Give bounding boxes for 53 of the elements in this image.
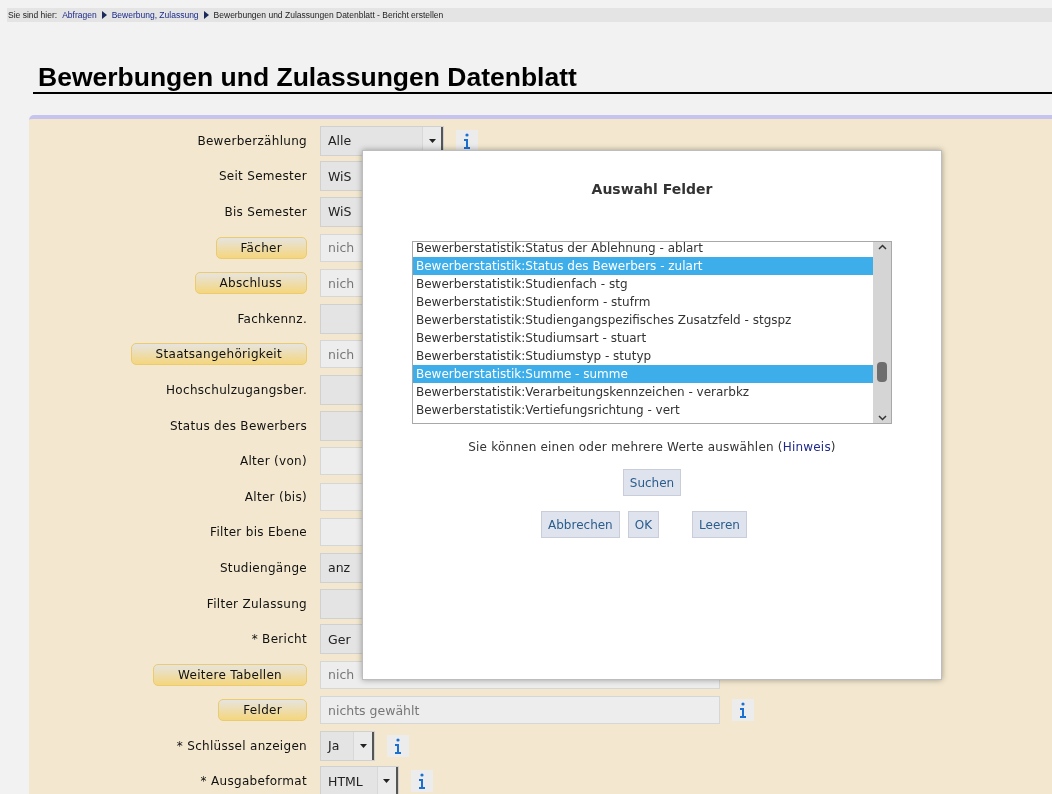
breadcrumb-link[interactable]: Abfragen: [62, 10, 97, 20]
info-button[interactable]: [387, 734, 410, 757]
caret-icon: [383, 779, 391, 784]
info-button[interactable]: [410, 770, 433, 793]
field-label: * Ausgabeformat: [200, 774, 307, 789]
field-label: Bis Semester: [224, 205, 307, 219]
field-list[interactable]: [412, 241, 892, 424]
dialog-button[interactable]: Leeren: [692, 511, 747, 538]
hint-text: Sie können einen oder mehrere Werte auswählen (Hinweis): [468, 440, 836, 454]
field-label: Filter bis Ebene: [210, 525, 307, 540]
info-icon: [417, 773, 426, 790]
field-label: Fachkennz.: [237, 311, 307, 326]
triangle-icon: [203, 11, 209, 19]
field-button[interactable]: Fächer: [215, 236, 307, 259]
field-label: Alter (bis): [244, 489, 307, 504]
scroll-thumb[interactable]: [877, 362, 887, 382]
caret-icon: [428, 138, 436, 143]
breadcrumb-label: Sie sind hier:: [8, 10, 58, 20]
chevron-up-icon: [877, 244, 887, 250]
field-button[interactable]: Staatsangehörigkeit: [130, 343, 307, 366]
triangle-icon: [101, 11, 107, 19]
caret-icon: [359, 743, 367, 748]
search-button[interactable]: Suchen: [622, 469, 682, 496]
select-field[interactable]: Ja: [320, 730, 376, 761]
field-label: Studiengänge: [219, 560, 307, 575]
info-button[interactable]: [732, 699, 754, 722]
field-label: * Schlüssel anzeigen: [176, 738, 307, 753]
select-field[interactable]: Alle: [320, 125, 444, 156]
dialog-title: Auswahl Felder: [591, 181, 713, 197]
breadcrumb-current: Bewerbungen und Zulassungen Datenblatt - Bericht erstellen: [213, 10, 444, 20]
scrollbar[interactable]: [873, 242, 891, 423]
field-label: Status des Bewerbers: [169, 418, 307, 433]
field-label: Hochschulzugangsber.: [166, 382, 307, 397]
select-field[interactable]: HTML: [320, 766, 399, 794]
page-title: Bewerbungen und Zulassungen Datenblatt: [33, 62, 1052, 94]
breadcrumb-link[interactable]: Bewerbung, Zulassung: [111, 10, 199, 20]
field-label: Filter Zulassung: [206, 596, 307, 611]
field-button[interactable]: Weitere Tabellen: [153, 663, 307, 686]
field-button[interactable]: Abschluss: [194, 272, 307, 295]
input-field[interactable]: nichts gewählt: [320, 696, 720, 725]
dialog-button[interactable]: Abbrechen: [541, 511, 620, 538]
info-icon: [394, 737, 403, 754]
field-label: Bewerberzählung: [197, 133, 307, 148]
field-label: * Bericht: [251, 632, 307, 647]
chevron-down-icon: [877, 415, 887, 421]
info-button[interactable]: [456, 129, 478, 152]
info-icon: [463, 132, 471, 149]
field-label: Alter (von): [239, 454, 307, 469]
field-button[interactable]: Felder: [218, 699, 307, 722]
info-icon: [739, 702, 747, 719]
dialog-button[interactable]: OK: [627, 511, 660, 538]
hint-link[interactable]: Hinweis: [782, 440, 831, 454]
field-label: Seit Semester: [218, 169, 307, 184]
